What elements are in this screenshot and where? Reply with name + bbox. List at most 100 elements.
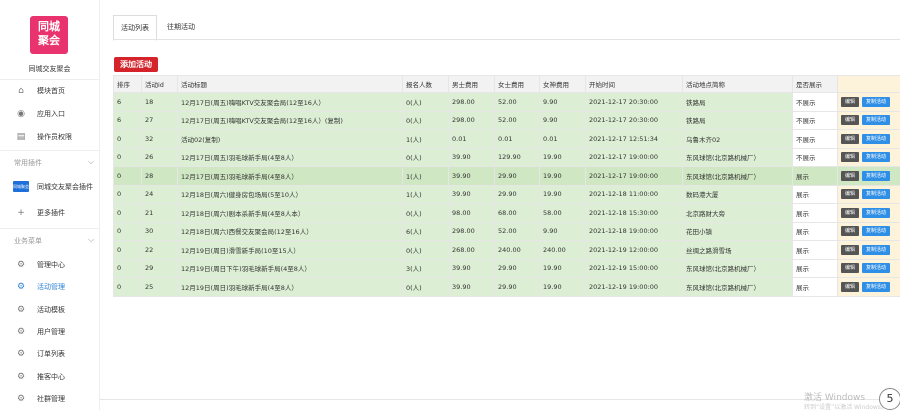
- tab-past-activities[interactable]: 往期活动: [167, 15, 195, 39]
- sidebar-item-module-home[interactable]: ⌂ 模块首页: [0, 81, 99, 101]
- sidebar-item-label: 社群管理: [37, 389, 65, 409]
- sidebar-item-label: 更多插件: [37, 203, 65, 223]
- display-status-cell: 不展示: [793, 93, 838, 112]
- edit-button[interactable]: 编辑: [841, 152, 859, 162]
- tab-divider: [113, 39, 900, 40]
- table-row[interactable]: 62712月17日(周五)嗨唱KTV交友聚会局(12至16人）(复制)0(人)2…: [114, 111, 900, 130]
- goddess-fee-cell: 9.90: [540, 93, 586, 112]
- logo-text-line2: 聚会: [30, 34, 68, 48]
- goddess-fee-cell: 19.90: [540, 259, 586, 278]
- sidebar-item-community-management[interactable]: ⚙ 社群管理: [0, 389, 99, 409]
- copy-activity-button[interactable]: 复制活动: [862, 97, 890, 107]
- copy-activity-button[interactable]: 复制活动: [862, 115, 890, 125]
- sidebar: 同城 聚会 同城交友聚会 ⌂ 模块首页 ◉ 应用入口 ▤ 操作员权限 常用插件 …: [0, 0, 100, 410]
- male-fee-cell: 298.00: [449, 222, 495, 241]
- copy-activity-button[interactable]: 复制活动: [862, 152, 890, 162]
- sidebar-item-activity-templates[interactable]: ⚙ 活动模板: [0, 300, 99, 320]
- copy-activity-button[interactable]: 复制活动: [862, 282, 890, 292]
- location-cell: 东风球馆(北京路机械厂）: [683, 148, 793, 167]
- edit-button[interactable]: 编辑: [841, 226, 859, 236]
- female-fee-cell: 68.00: [495, 204, 540, 223]
- app-logo[interactable]: 同城 聚会: [30, 16, 68, 54]
- copy-activity-button[interactable]: 复制活动: [862, 245, 890, 255]
- table-row[interactable]: 02512月19日(周日)羽毛球新手局(4至8人）0(人)39.9029.901…: [114, 278, 900, 297]
- tab-activity-list[interactable]: 活动列表: [113, 15, 157, 41]
- copy-activity-button[interactable]: 复制活动: [862, 226, 890, 236]
- edit-button[interactable]: 编辑: [841, 171, 859, 181]
- activity-title-cell: 12月19日(周日)羽毛球新手局(4至8人）: [178, 278, 403, 297]
- table-row[interactable]: 03012月18日(周六)西餐交友聚会局(12至16人）6(人)298.0052…: [114, 222, 900, 241]
- column-header-actions: [838, 76, 900, 93]
- sidebar-item-label: 推客中心: [37, 367, 65, 387]
- sidebar-item-user-management[interactable]: ⚙ 用户管理: [0, 322, 99, 342]
- activity-id-cell: 24: [142, 185, 178, 204]
- section-label: 常用插件: [14, 159, 42, 167]
- sidebar-item-app-entry[interactable]: ◉ 应用入口: [0, 104, 99, 124]
- male-fee-cell: 39.90: [449, 148, 495, 167]
- edit-button[interactable]: 编辑: [841, 189, 859, 199]
- signup-count-cell: 0(人): [403, 93, 449, 112]
- edit-button[interactable]: 编辑: [841, 208, 859, 218]
- sort-cell: 0: [114, 222, 142, 241]
- table-row[interactable]: 02112月18日(周六)剧本杀新手局(4至8人本）0(人)98.0068.00…: [114, 204, 900, 223]
- table-row[interactable]: 02812月17日(周五)羽毛球新手局(4至8人）1(人)39.9029.901…: [114, 167, 900, 186]
- sidebar-item-activity-management[interactable]: ⚙ 活动管理: [0, 277, 99, 297]
- sort-cell: 0: [114, 185, 142, 204]
- copy-activity-button[interactable]: 复制活动: [862, 208, 890, 218]
- copy-activity-button[interactable]: 复制活动: [862, 134, 890, 144]
- gear-icon: ⚙: [14, 344, 28, 364]
- activity-id-cell: 30: [142, 222, 178, 241]
- edit-button[interactable]: 编辑: [841, 263, 859, 273]
- table-row[interactable]: 032活动02(复制)1(人)0.010.010.012021-12-17 12…: [114, 130, 900, 149]
- column-header: 活动地点简称: [683, 76, 793, 93]
- table-row[interactable]: 61812月17日(周五)嗨唱KTV交友聚会局(12至16人）0(人)298.0…: [114, 93, 900, 112]
- edit-button[interactable]: 编辑: [841, 97, 859, 107]
- activity-id-cell: 22: [142, 241, 178, 260]
- copy-activity-button[interactable]: 复制活动: [862, 171, 890, 181]
- brand-name: 同城交友聚会: [0, 64, 99, 74]
- location-cell: 北京路财大旁: [683, 204, 793, 223]
- table-row[interactable]: 02412月18日(周六)健身房包场局(5至10人）1(人)39.9029.90…: [114, 185, 900, 204]
- copy-activity-button[interactable]: 复制活动: [862, 263, 890, 273]
- sidebar-item-order-list[interactable]: ⚙ 订单列表: [0, 344, 99, 364]
- table-row[interactable]: 02612月17日(周五)羽毛球新手局(4至8人）0(人)39.90129.90…: [114, 148, 900, 167]
- section-common-plugins[interactable]: 常用插件 ⌵: [14, 158, 42, 168]
- table-row[interactable]: 02212月19日(周日)滑雪新手局(10至15人）0(人)268.00240.…: [114, 241, 900, 260]
- sidebar-item-promoter-center[interactable]: ⚙ 推客中心: [0, 367, 99, 387]
- actions-cell: 编辑复制活动: [838, 222, 900, 241]
- table-row[interactable]: 02912月19日(周日下午)羽毛球新手局(4至8人）3(人)39.9029.9…: [114, 259, 900, 278]
- sidebar-item-operator-permissions[interactable]: ▤ 操作员权限: [0, 127, 99, 147]
- display-status-cell: 展示: [793, 278, 838, 297]
- floating-badge[interactable]: 5: [879, 388, 900, 410]
- goddess-fee-cell: 58.00: [540, 204, 586, 223]
- column-header: 女神费用: [540, 76, 586, 93]
- signup-count-cell: 1(人): [403, 185, 449, 204]
- section-business-menu[interactable]: 业务菜单 ⌵: [14, 236, 42, 246]
- copy-activity-button[interactable]: 复制活动: [862, 189, 890, 199]
- add-activity-button[interactable]: 添加活动: [114, 57, 158, 72]
- male-fee-cell: 0.01: [449, 130, 495, 149]
- sidebar-item-plugin[interactable]: 同城聚会 同城交友聚会插件: [0, 177, 99, 197]
- edit-button[interactable]: 编辑: [841, 134, 859, 144]
- actions-cell: 编辑复制活动: [838, 241, 900, 260]
- sidebar-item-more-plugins[interactable]: + 更多插件: [0, 203, 99, 223]
- start-time-cell: 2021-12-17 19:00:00: [586, 167, 683, 186]
- sidebar-item-management-center[interactable]: ⚙ 管理中心: [0, 255, 99, 275]
- edit-button[interactable]: 编辑: [841, 282, 859, 292]
- section-label: 业务菜单: [14, 237, 42, 245]
- sort-cell: 0: [114, 130, 142, 149]
- edit-button[interactable]: 编辑: [841, 245, 859, 255]
- display-status-cell: 展示: [793, 259, 838, 278]
- display-status-cell: 展示: [793, 204, 838, 223]
- edit-button[interactable]: 编辑: [841, 115, 859, 125]
- activity-title-cell: 12月17日(周五)嗨唱KTV交友聚会局(12至16人）: [178, 93, 403, 112]
- sidebar-item-label: 活动模板: [37, 300, 65, 320]
- activity-title-cell: 12月18日(周六)健身房包场局(5至10人）: [178, 185, 403, 204]
- display-status-cell: 展示: [793, 167, 838, 186]
- actions-cell: 编辑复制活动: [838, 204, 900, 223]
- activity-table: 排序 活动id 活动标题 报名人数 男士费用 女士费用 女神费用 开始时间 活动…: [113, 75, 900, 297]
- goddess-fee-cell: 19.90: [540, 148, 586, 167]
- location-cell: 铁路局: [683, 93, 793, 112]
- activity-title-cell: 12月19日(周日下午)羽毛球新手局(4至8人）: [178, 259, 403, 278]
- sidebar-item-label: 用户管理: [37, 322, 65, 342]
